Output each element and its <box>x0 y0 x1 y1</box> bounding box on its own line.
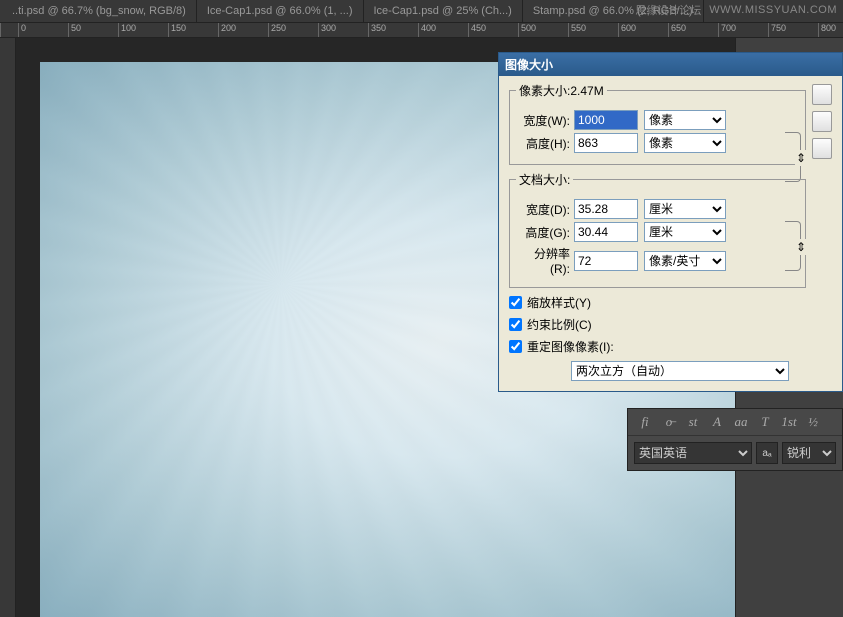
ordinals-icon[interactable]: T <box>756 414 774 430</box>
doc-height-unit[interactable]: 厘米 <box>644 222 726 242</box>
pixel-height-unit[interactable]: 像素 <box>644 133 726 153</box>
doc-tab[interactable]: ..ti.psd @ 66.7% (bg_snow, RGB/8) <box>2 0 197 22</box>
document-size-group: 文档大小: 宽度(D): 厘米 高度(G): 厘米 ⇕ <box>509 171 806 288</box>
dialog-title[interactable]: 图像大小 <box>499 53 842 76</box>
doc-height-input[interactable] <box>574 222 638 242</box>
fractions-icon[interactable]: ½ <box>804 414 822 430</box>
image-size-dialog: 图像大小 像素大小:2.47M 宽度(W): 像素 高度(H): 像素 <box>498 52 843 392</box>
constrain-check[interactable]: 约束比例(C) <box>509 316 806 333</box>
swash-icon[interactable]: A <box>708 414 726 430</box>
watermark-url: WWW.MISSYUAN.COM <box>709 4 837 16</box>
watermark-text: 思缘设计论坛 <box>635 2 701 18</box>
pixel-height-label: 高度(H): <box>516 135 574 152</box>
doc-height-label: 高度(G): <box>516 224 574 241</box>
auto-button[interactable] <box>812 138 832 159</box>
antialiasing-select[interactable]: 锐利 <box>782 442 836 464</box>
ordinal-1st-icon[interactable]: 1st <box>780 414 798 430</box>
language-select[interactable]: 英国英语 <box>634 442 752 464</box>
pixel-width-label: 宽度(W): <box>516 112 574 129</box>
cancel-button[interactable] <box>812 111 832 132</box>
antialiasing-icon[interactable]: aₐ <box>756 442 778 464</box>
constrain-link-icon[interactable]: ⇕ <box>795 239 807 255</box>
resample-check[interactable]: 重定图像像素(I): <box>509 338 806 355</box>
doc-legend: 文档大小: <box>516 171 573 188</box>
pixel-width-input[interactable] <box>574 110 638 130</box>
strikethrough-icon[interactable]: o̶ <box>660 414 678 430</box>
character-panel: fi o̶ st A aa T 1st ½ 英国英语 aₐ 锐利 <box>627 408 843 471</box>
scale-styles-checkbox[interactable] <box>509 296 522 309</box>
opentype-icons-row: fi o̶ st A aa T 1st ½ <box>628 409 842 436</box>
ruler-horizontal: 050100 150200250 300350400 450500550 600… <box>0 22 843 38</box>
pixel-width-unit[interactable]: 像素 <box>644 110 726 130</box>
titling-icon[interactable]: aa <box>732 414 750 430</box>
resolution-label: 分辨率(R): <box>516 245 574 276</box>
scale-styles-check[interactable]: 缩放样式(Y) <box>509 294 806 311</box>
doc-width-unit[interactable]: 厘米 <box>644 199 726 219</box>
pixel-height-input[interactable] <box>574 133 638 153</box>
resolution-input[interactable] <box>574 251 638 271</box>
doc-width-label: 宽度(D): <box>516 201 574 218</box>
doc-tab[interactable]: Ice-Cap1.psd @ 66.0% (1, ...) <box>197 0 364 22</box>
pixel-legend: 像素大小:2.47M <box>516 82 607 99</box>
resolution-unit[interactable]: 像素/英寸 <box>644 251 726 271</box>
doc-width-input[interactable] <box>574 199 638 219</box>
interpolation-select[interactable]: 两次立方（自动） <box>571 361 789 381</box>
ligature-icon[interactable]: fi <box>636 414 654 430</box>
watermark: 思缘设计论坛 WWW.MISSYUAN.COM <box>635 0 843 20</box>
stylistic-icon[interactable]: st <box>684 414 702 430</box>
constrain-checkbox[interactable] <box>509 318 522 331</box>
pixel-dimensions-group: 像素大小:2.47M 宽度(W): 像素 高度(H): 像素 ⇕ <box>509 82 806 165</box>
resample-checkbox[interactable] <box>509 340 522 353</box>
ok-button[interactable] <box>812 84 832 105</box>
ruler-vertical <box>0 38 16 617</box>
doc-tab[interactable]: Ice-Cap1.psd @ 25% (Ch...) <box>364 0 523 22</box>
constrain-link-icon[interactable]: ⇕ <box>795 150 807 166</box>
